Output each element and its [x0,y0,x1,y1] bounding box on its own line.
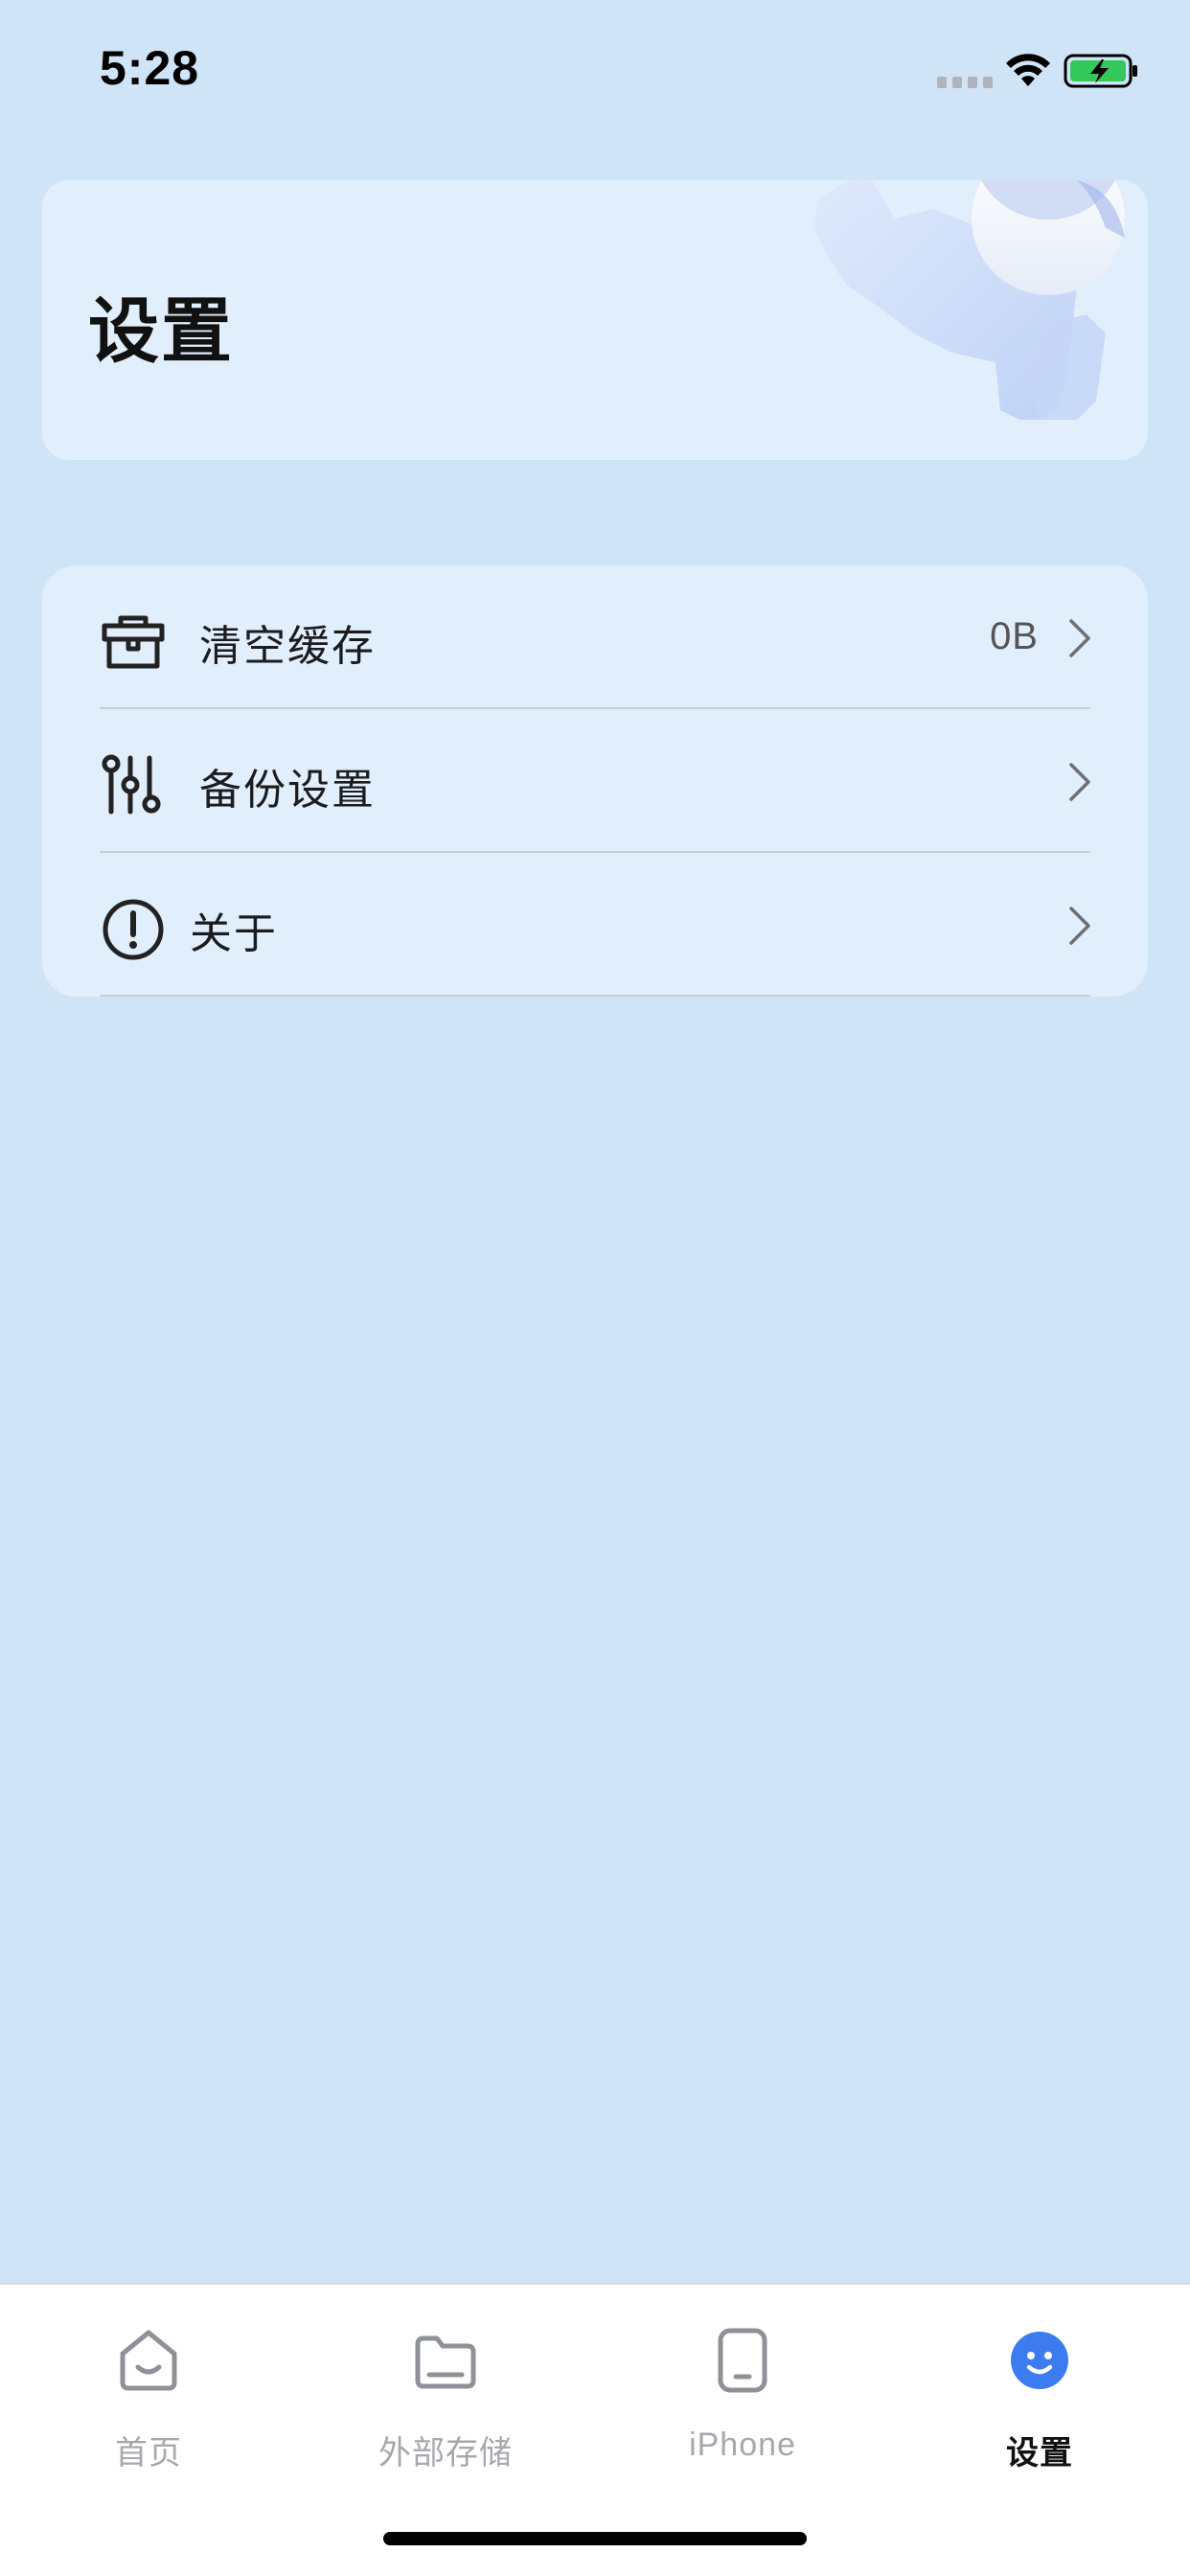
home-icon [120,2330,177,2391]
tab-settings-label: 设置 [1006,2434,1073,2472]
status-bar: 5:28 [0,0,1190,144]
header-card: 设置 [42,180,1148,460]
page-title: 设置 [88,290,234,373]
chevron-right-icon [1069,763,1090,801]
chevron-right-icon [1069,907,1090,945]
cellular-signal-icon [937,77,993,88]
status-time: 5:28 [100,41,200,95]
backup-settings-label: 备份设置 [199,766,376,815]
info-circle-icon [103,899,164,960]
tab-external-storage[interactable]: 外部存储 [297,2285,594,2515]
toolbox-icon [102,615,165,669]
tab-home[interactable]: 首页 [0,2285,297,2515]
tab-settings[interactable]: 设置 [891,2285,1188,2515]
tab-external-storage-label: 外部存储 [378,2434,513,2472]
clear-cache-label: 清空缓存 [199,622,376,671]
phone-icon [718,2328,767,2393]
gear-illustration-icon [813,180,1125,420]
folder-icon [415,2335,476,2389]
smiley-icon [1011,2332,1068,2389]
sliders-icon [102,754,161,815]
home-indicator [383,2532,807,2545]
cache-size-value: 0B [990,615,1039,657]
settings-list: 清空缓存 0B 备份设置 关于 [42,565,1148,997]
row-divider [100,995,1090,997]
clear-cache-row[interactable]: 清空缓存 0B [42,565,1148,709]
backup-settings-row[interactable]: 备份设置 [42,709,1148,853]
battery-charging-icon [1064,54,1137,88]
about-label: 关于 [190,909,278,958]
tab-iphone-label: iPhone [689,2426,796,2463]
tab-iphone[interactable]: iPhone [594,2285,891,2515]
chevron-right-icon [1069,619,1090,657]
tab-home-label: 首页 [115,2434,182,2472]
wifi-icon [1006,54,1050,86]
about-row[interactable]: 关于 [42,853,1148,997]
